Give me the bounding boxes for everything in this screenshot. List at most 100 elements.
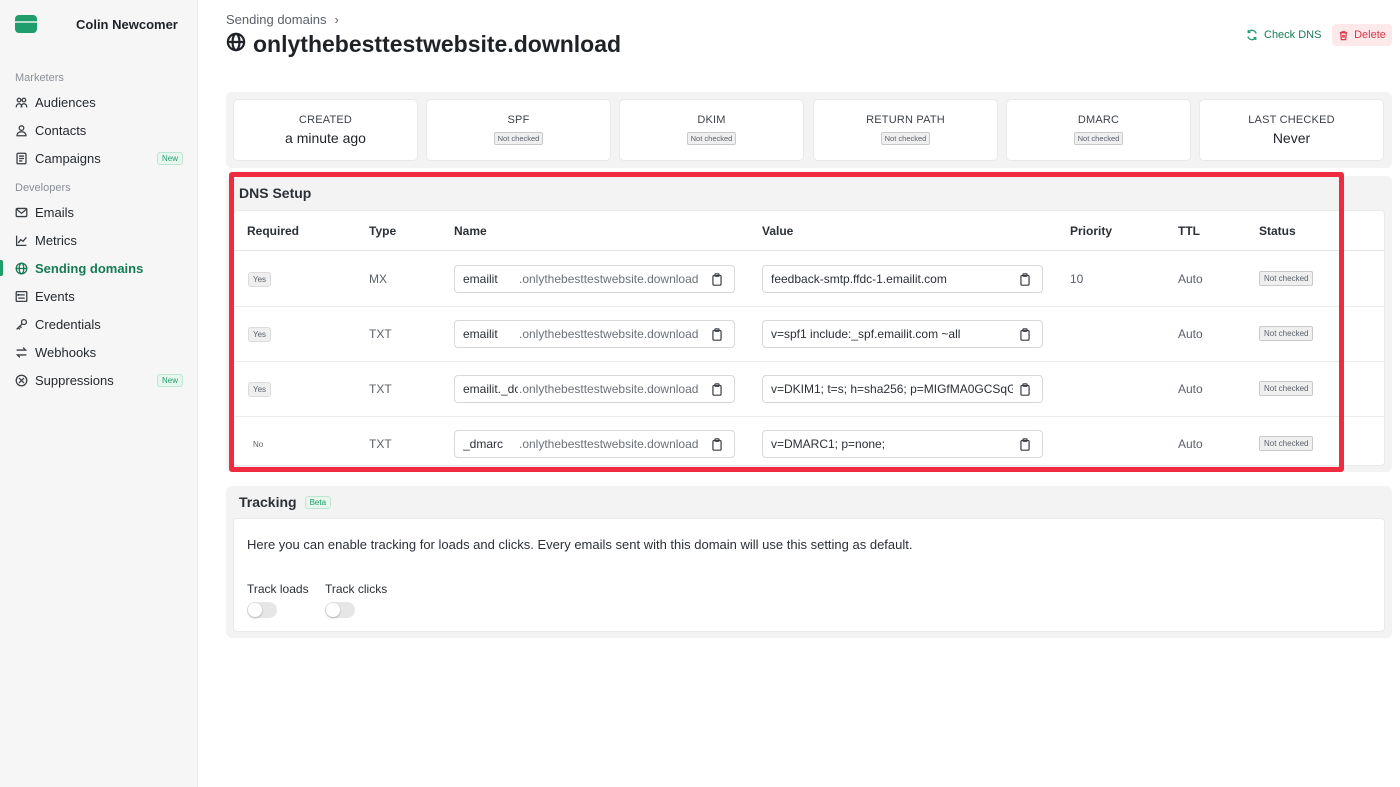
record-name-field[interactable]: emailit._domainkey .onlythebesttestwebsi… bbox=[454, 375, 735, 403]
record-value: v=DKIM1; t=s; h=sha256; p=MIGfMA0GCSqGSI… bbox=[771, 382, 1013, 396]
new-badge: New bbox=[156, 151, 183, 165]
sidebar-item-label: Contacts bbox=[35, 122, 87, 138]
sidebar-item-audiences[interactable]: Audiences bbox=[0, 88, 197, 116]
record-value-field[interactable]: v=DMARC1; p=none; bbox=[762, 430, 1043, 458]
page-title: onlythebesttestwebsite.download bbox=[226, 31, 621, 58]
check-dns-button[interactable]: Check DNS bbox=[1246, 26, 1321, 44]
copy-icon[interactable] bbox=[710, 437, 724, 451]
record-type: TXT bbox=[369, 382, 392, 396]
track-loads-setting: Track loads bbox=[247, 582, 309, 618]
status-badge: Not checked bbox=[1259, 271, 1314, 286]
record-name-prefix: emailit bbox=[463, 327, 498, 341]
stat-spf: SPF Not checked bbox=[426, 99, 611, 161]
sidebar: Colin Newcomer Marketers Audiences Conta… bbox=[0, 0, 198, 787]
required-badge: No bbox=[253, 440, 264, 449]
record-value-field[interactable]: v=spf1 include:_spf.emailit.com ~all bbox=[762, 320, 1043, 348]
section-label-developers: Developers bbox=[15, 182, 71, 194]
record-value: v=DMARC1; p=none; bbox=[771, 437, 886, 451]
trash-icon bbox=[1339, 30, 1348, 40]
column-header-required: Required bbox=[247, 224, 300, 238]
refresh-icon bbox=[1247, 29, 1257, 41]
record-value-field[interactable]: v=DKIM1; t=s; h=sha256; p=MIGfMA0GCSqGSI… bbox=[762, 375, 1043, 403]
status-badge: Not checked bbox=[686, 132, 737, 145]
record-name-prefix: emailit._domainkey bbox=[463, 382, 518, 396]
record-name-field[interactable]: emailit .onlythebesttestwebsite.download bbox=[454, 265, 735, 293]
record-value: feedback-smtp.ffdc-1.emailit.com bbox=[771, 272, 947, 286]
track-clicks-setting: Track clicks bbox=[325, 582, 387, 618]
domain-stats: CREATED a minute ago SPF Not checked DKI… bbox=[226, 92, 1392, 168]
user-name[interactable]: Colin Newcomer bbox=[76, 17, 178, 32]
table-row: Yes MX emailit .onlythebesttestwebsite.d… bbox=[234, 252, 1384, 307]
stat-created: CREATED a minute ago bbox=[233, 99, 418, 161]
required-badge: Yes bbox=[248, 327, 272, 342]
copy-icon[interactable] bbox=[1018, 272, 1032, 286]
sidebar-item-webhooks[interactable]: Webhooks bbox=[0, 338, 197, 366]
copy-icon[interactable] bbox=[1018, 382, 1032, 396]
status-badge: Not checked bbox=[1259, 381, 1314, 396]
sidebar-item-metrics[interactable]: Metrics bbox=[0, 226, 197, 254]
stat-label: RETURN PATH bbox=[866, 114, 945, 126]
events-icon bbox=[15, 290, 28, 303]
stat-label: DKIM bbox=[697, 114, 726, 126]
delete-label: Delete bbox=[1354, 29, 1386, 41]
sidebar-item-label: Suppressions bbox=[35, 372, 114, 388]
record-name-suffix: .onlythebesttestwebsite.download bbox=[519, 272, 699, 286]
delete-button[interactable]: Delete bbox=[1332, 24, 1392, 46]
sidebar-item-emails[interactable]: Emails bbox=[0, 198, 197, 226]
check-dns-label: Check DNS bbox=[1264, 29, 1322, 41]
record-name-field[interactable]: _dmarc .onlythebesttestwebsite.download bbox=[454, 430, 735, 458]
required-badge: Yes bbox=[248, 272, 272, 287]
record-value-field[interactable]: feedback-smtp.ffdc-1.emailit.com bbox=[762, 265, 1043, 293]
sidebar-item-campaigns[interactable]: Campaigns New bbox=[0, 144, 197, 172]
tracking-card: Tracking Beta Here you can enable tracki… bbox=[226, 486, 1392, 638]
sidebar-item-label: Emails bbox=[35, 204, 75, 220]
copy-icon[interactable] bbox=[710, 327, 724, 341]
track-clicks-toggle[interactable] bbox=[325, 602, 355, 618]
copy-icon[interactable] bbox=[710, 272, 724, 286]
copy-icon[interactable] bbox=[1018, 327, 1032, 341]
record-ttl: Auto bbox=[1178, 437, 1203, 451]
globe-icon bbox=[15, 262, 28, 275]
sidebar-item-label: Metrics bbox=[35, 232, 77, 248]
record-priority: 10 bbox=[1070, 272, 1084, 286]
sidebar-item-sending-domains[interactable]: Sending domains bbox=[0, 254, 197, 282]
sidebar-item-contacts[interactable]: Contacts bbox=[0, 116, 197, 144]
record-type: TXT bbox=[369, 437, 392, 451]
record-type: MX bbox=[369, 272, 387, 286]
sidebar-item-label: Events bbox=[35, 288, 75, 304]
sidebar-item-credentials[interactable]: Credentials bbox=[0, 310, 197, 338]
record-name-field[interactable]: emailit .onlythebesttestwebsite.download bbox=[454, 320, 735, 348]
record-value: v=spf1 include:_spf.emailit.com ~all bbox=[771, 327, 961, 341]
status-badge: Not checked bbox=[1073, 132, 1124, 145]
chart-icon bbox=[15, 234, 28, 247]
breadcrumb-sending-domains[interactable]: Sending domains bbox=[226, 12, 326, 27]
copy-icon[interactable] bbox=[710, 382, 724, 396]
sidebar-item-label: Credentials bbox=[35, 316, 101, 332]
record-ttl: Auto bbox=[1178, 382, 1203, 396]
contacts-icon bbox=[15, 124, 28, 137]
track-loads-toggle[interactable] bbox=[247, 602, 277, 618]
chevron-right-icon: › bbox=[334, 12, 339, 27]
required-badge: Yes bbox=[248, 382, 272, 397]
dns-records-table: Required Type Name Value Priority TTL St… bbox=[233, 210, 1385, 466]
record-type: TXT bbox=[369, 327, 392, 341]
track-loads-label: Track loads bbox=[247, 582, 309, 596]
dns-setup-title: DNS Setup bbox=[239, 185, 312, 201]
sidebar-header: Colin Newcomer bbox=[0, 0, 197, 48]
webhooks-icon bbox=[15, 346, 28, 359]
sidebar-item-events[interactable]: Events bbox=[0, 282, 197, 310]
table-header: Required Type Name Value Priority TTL St… bbox=[234, 211, 1384, 251]
sidebar-item-label: Sending domains bbox=[35, 260, 144, 276]
sidebar-item-suppressions[interactable]: Suppressions New bbox=[0, 366, 197, 394]
sidebar-item-label: Campaigns bbox=[35, 150, 101, 166]
record-name-suffix: .onlythebesttestwebsite.download bbox=[519, 327, 699, 341]
column-header-priority: Priority bbox=[1070, 224, 1113, 238]
key-icon bbox=[15, 318, 28, 331]
app-logo-icon[interactable] bbox=[15, 15, 37, 33]
record-name-prefix: _dmarc bbox=[463, 437, 504, 451]
copy-icon[interactable] bbox=[1018, 437, 1032, 451]
table-row: Yes TXT emailit._domainkey .onlythebestt… bbox=[234, 362, 1384, 417]
stat-value: Never bbox=[1272, 130, 1311, 146]
tracking-description: Here you can enable tracking for loads a… bbox=[247, 537, 913, 552]
stat-return-path: RETURN PATH Not checked bbox=[813, 99, 998, 161]
